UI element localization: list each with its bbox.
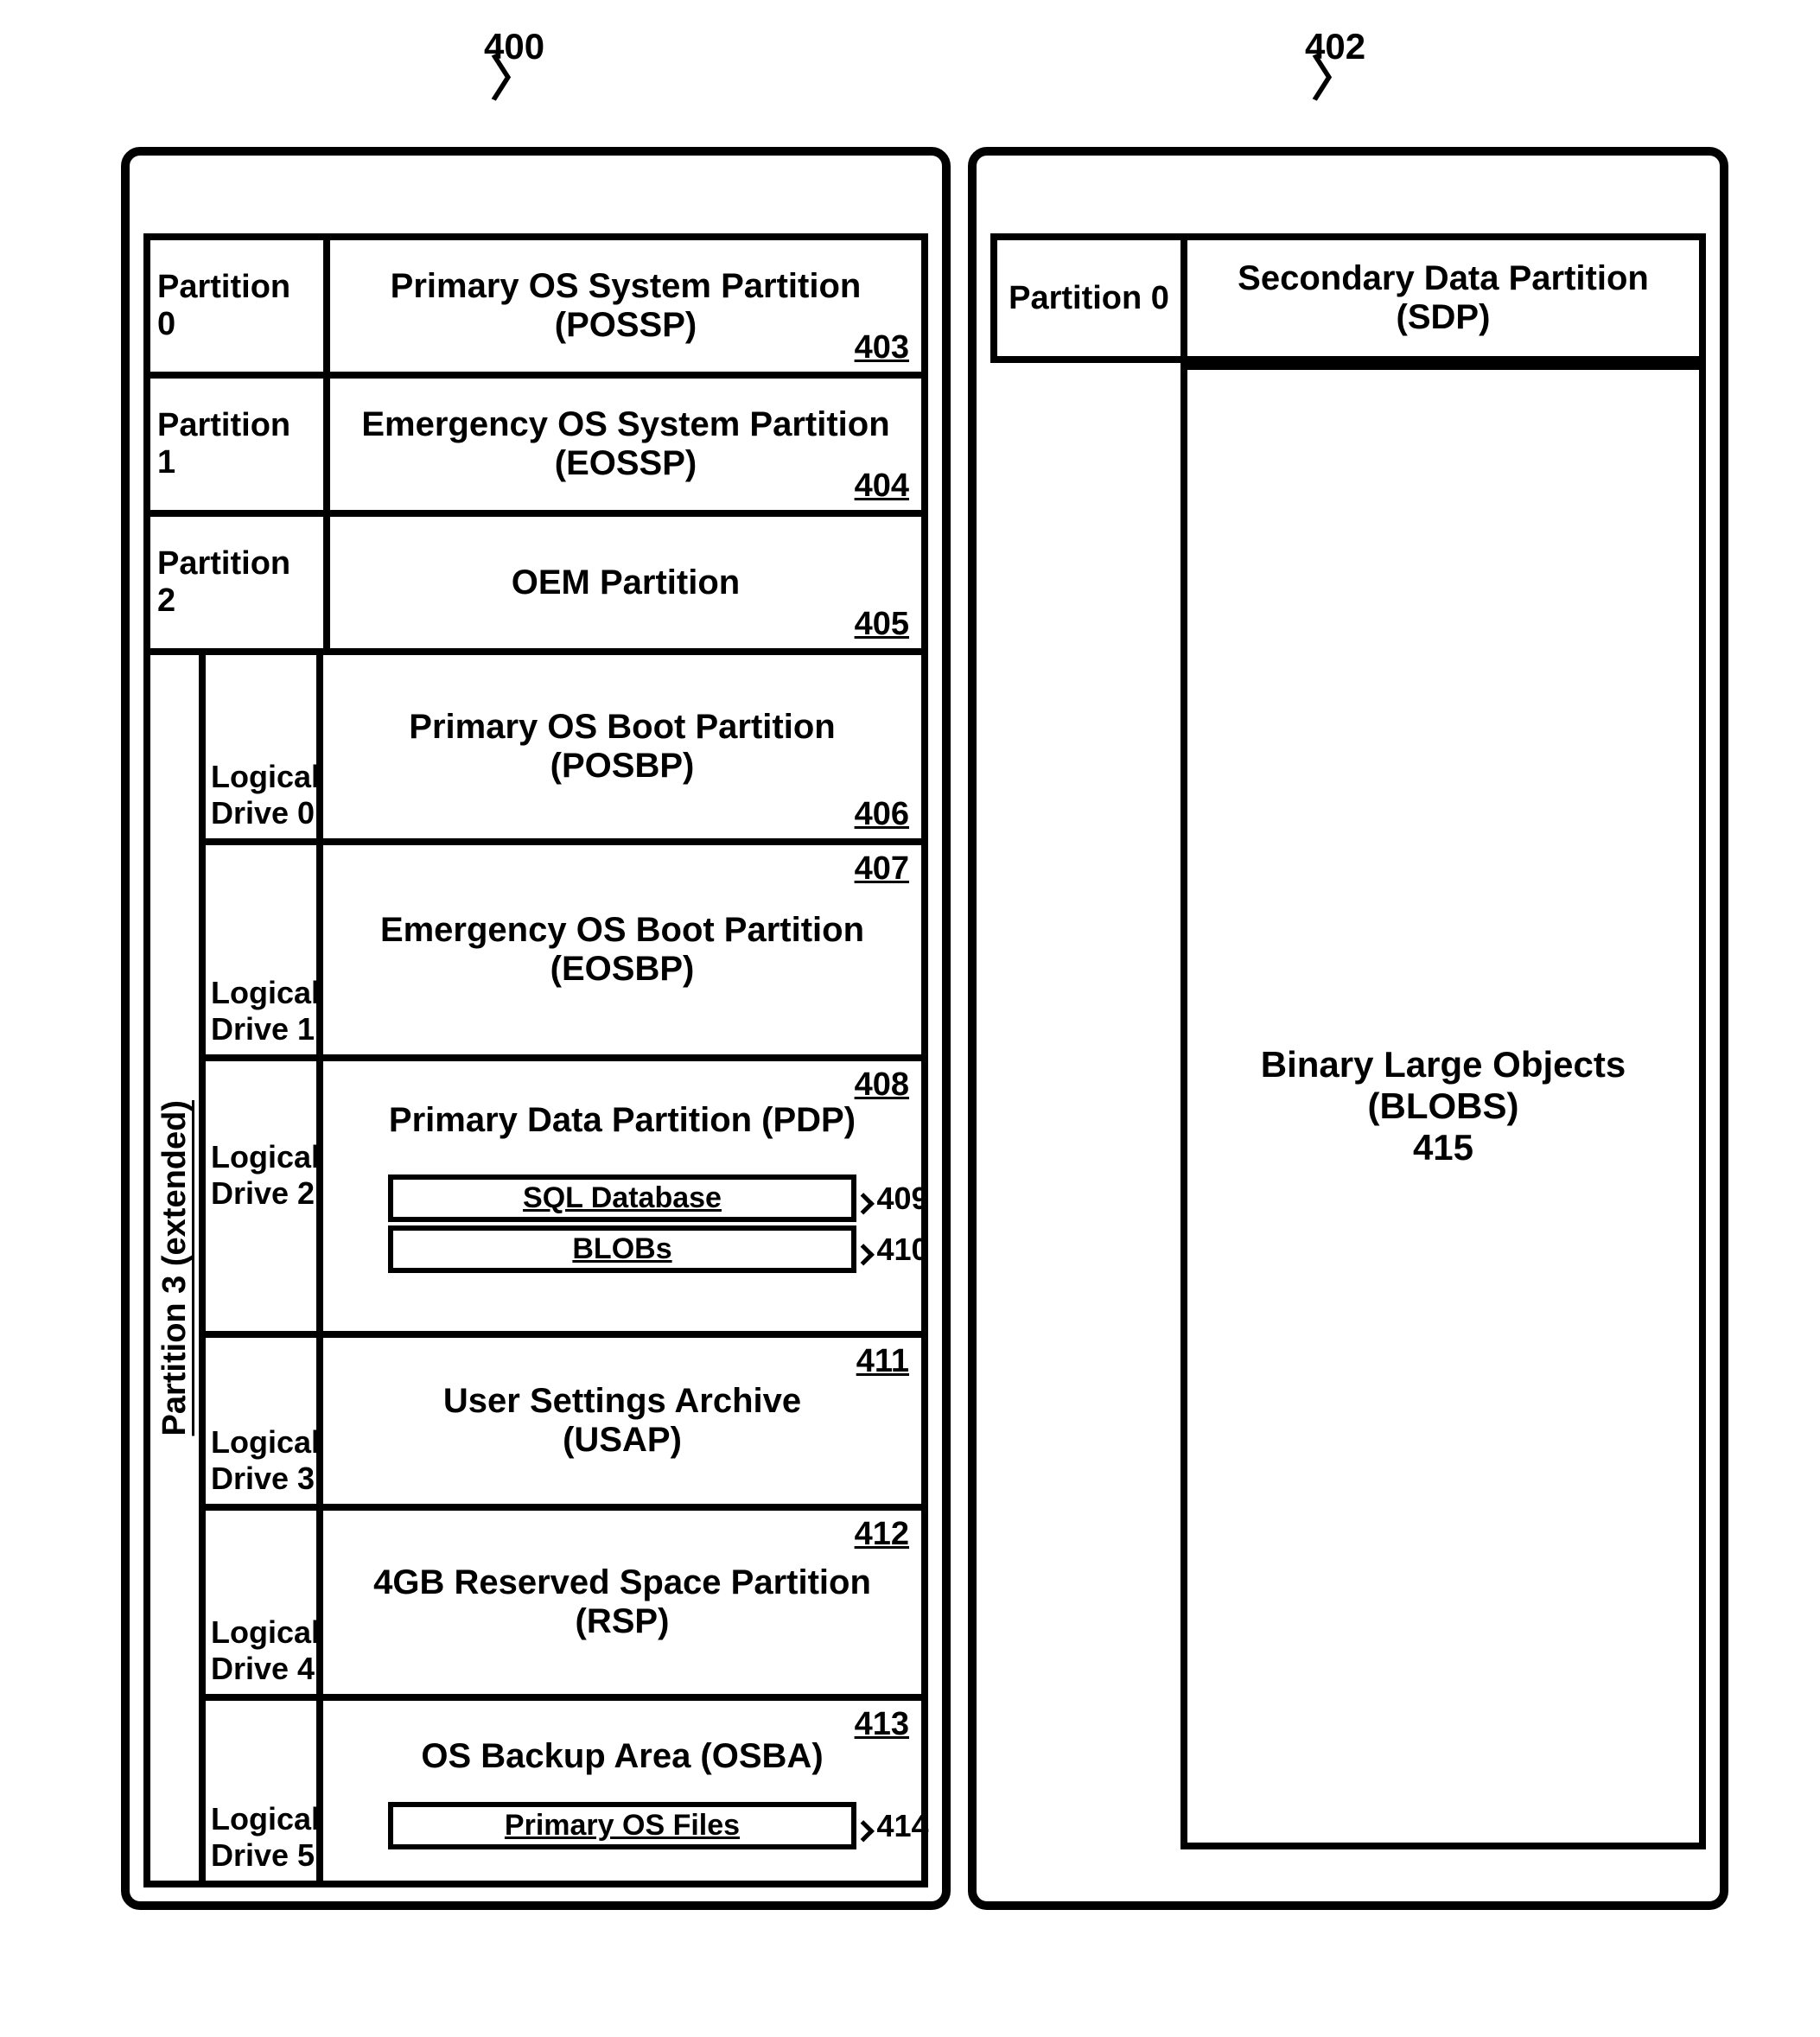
disk-right-body: Binary Large Objects (BLOBS) 415	[1180, 363, 1706, 1849]
drive-subtitle: (USAP)	[563, 1421, 682, 1460]
drive-title: Emergency OS Boot Partition (EOSBP)	[337, 911, 907, 989]
partition-label: Partition 1	[157, 407, 316, 481]
sub-box: SQL Database 409	[388, 1174, 856, 1222]
partition-label: Partition 0	[157, 269, 316, 343]
sub-box: BLOBs 410	[388, 1225, 856, 1273]
drive-subtitle: (POSBP)	[550, 747, 695, 786]
ref-number: 415	[1413, 1127, 1473, 1168]
partition-title: Primary OS System Partition	[391, 267, 862, 306]
disk-right: Partition 0 Secondary Data Partition (SD…	[968, 147, 1728, 1910]
ref-number: 406	[855, 796, 909, 833]
drive-label: Logical Drive 0	[211, 759, 320, 831]
callout-hook-icon: 〉	[484, 67, 544, 92]
extended-label: Partition 3 (extended)	[156, 1100, 194, 1436]
callout-hook-icon: 〉	[1305, 67, 1365, 92]
drive-label: Logical Drive 2	[211, 1139, 320, 1212]
partition-subtitle: (EOSSP)	[555, 444, 697, 483]
drive-title: OS Backup Area (OSBA)	[421, 1737, 823, 1776]
partition-title: Emergency OS System Partition	[361, 405, 889, 444]
drive-title: 4GB Reserved Space Partition	[373, 1563, 871, 1602]
extended-label-bar: Partition 3 (extended)	[150, 655, 206, 1881]
partition-label: Partition 2	[157, 545, 316, 620]
sub-box-tag: 410	[858, 1232, 929, 1268]
disk-left: Partition 0 Partition 1 Partition 2 Prim…	[121, 147, 951, 1910]
diagram-stage: 400 〉 402 〉 Partition 0 Partition 1 Part…	[0, 0, 1820, 2037]
sub-box-text: BLOBs	[572, 1232, 671, 1265]
partition-subtitle: (POSSP)	[555, 306, 697, 345]
drive-subtitle: (RSP)	[576, 1602, 670, 1641]
callout-left: 400 〉	[484, 26, 544, 92]
drive-title: Primary OS Boot Partition	[409, 708, 835, 747]
ref-number: 408	[855, 1066, 909, 1104]
sub-box-tag: 414	[858, 1808, 929, 1844]
extended-partition: Partition 3 (extended) Logical Drive 0 P…	[150, 655, 921, 1881]
ref-number: 407	[855, 850, 909, 888]
partition-label: Partition 0	[1009, 280, 1169, 317]
sub-box-text: SQL Database	[523, 1181, 722, 1214]
partition-title: Secondary Data Partition	[1238, 259, 1649, 298]
drive-title: User Settings Archive	[443, 1382, 801, 1421]
disk-left-inner: Partition 0 Partition 1 Partition 2 Prim…	[143, 233, 928, 1887]
ref-number: 403	[855, 329, 909, 366]
drive-label: Logical Drive 3	[211, 1424, 320, 1497]
ref-number: 413	[855, 1706, 909, 1743]
sub-box-text: Primary OS Files	[505, 1809, 740, 1842]
disk-right-header: Partition 0 Secondary Data Partition (SD…	[990, 233, 1706, 363]
drive-title: Primary Data Partition (PDP)	[389, 1101, 856, 1140]
drive-label: Logical Drive 5	[211, 1801, 320, 1874]
partition-title: OEM Partition	[512, 563, 740, 602]
blob-subtitle: (BLOBS)	[1368, 1085, 1519, 1127]
partition-subtitle: (SDP)	[1397, 298, 1491, 337]
logical-drives: Logical Drive 0 Primary OS Boot Partitio…	[206, 655, 921, 1881]
ref-number: 411	[856, 1343, 909, 1380]
sub-box: Primary OS Files 414	[388, 1802, 856, 1849]
sub-box-tag: 409	[858, 1181, 929, 1217]
ref-number: 412	[855, 1516, 909, 1553]
callout-right: 402 〉	[1305, 26, 1365, 92]
ref-number: 404	[855, 468, 909, 505]
drive-label: Logical Drive 1	[211, 975, 320, 1047]
ref-number: 405	[855, 606, 909, 643]
drive-label: Logical Drive 4	[211, 1614, 320, 1687]
blob-title: Binary Large Objects	[1261, 1044, 1626, 1085]
